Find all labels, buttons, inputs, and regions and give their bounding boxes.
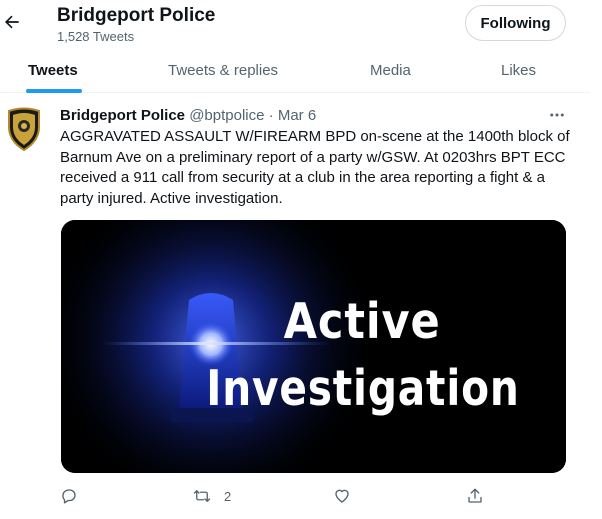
media-text-investigation: Investigation [206,360,520,417]
tweet-text: AGGRAVATED ASSAULT W/FIREARM BPD on-scen… [60,128,570,207]
profile-title-block: Bridgeport Police 1,528 Tweets [57,5,215,45]
tweet-media-image[interactable]: Active Investigation [61,220,566,473]
tweet-actions: 2 [0,483,590,509]
tab-likes[interactable]: Likes [501,48,536,92]
tweet-author-name[interactable]: Bridgeport Police [60,107,185,124]
profile-name: Bridgeport Police [57,5,216,26]
avatar[interactable] [6,107,42,152]
tweet-date[interactable]: Mar 6 [278,107,316,124]
media-text-active: Active [283,293,441,350]
profile-tabs: Tweets Tweets & replies Media Likes [0,48,590,93]
retweet-icon [193,490,211,502]
police-badge-icon [8,107,40,152]
reply-icon [62,489,76,504]
tab-tweets[interactable]: Tweets [28,48,78,92]
reply-button[interactable] [60,483,78,509]
more-options-button[interactable] [546,104,568,126]
tweet-handle[interactable]: @bptpolice [189,107,264,124]
more-horizontal-icon [550,113,564,117]
profile-header: Bridgeport Police 1,528 Tweets Following [0,0,602,48]
tab-tweets-and-replies[interactable]: Tweets & replies [168,48,278,92]
retweet-button[interactable]: 2 [192,483,231,509]
arrow-left-icon [5,15,19,29]
tweet-header: Bridgeport Police @bptpolice · Mar 6 [60,106,316,126]
share-button[interactable] [466,483,484,509]
tweet-count: 1,528 Tweets [57,29,135,44]
following-button[interactable]: Following [465,5,566,41]
like-button[interactable] [333,483,351,509]
heart-icon [335,489,349,503]
tab-media[interactable]: Media [370,48,411,92]
back-button[interactable] [0,10,24,34]
retweet-count: 2 [224,488,232,504]
active-tab-indicator [26,89,82,93]
tweet-separator: · [268,107,274,124]
share-icon [468,488,482,503]
